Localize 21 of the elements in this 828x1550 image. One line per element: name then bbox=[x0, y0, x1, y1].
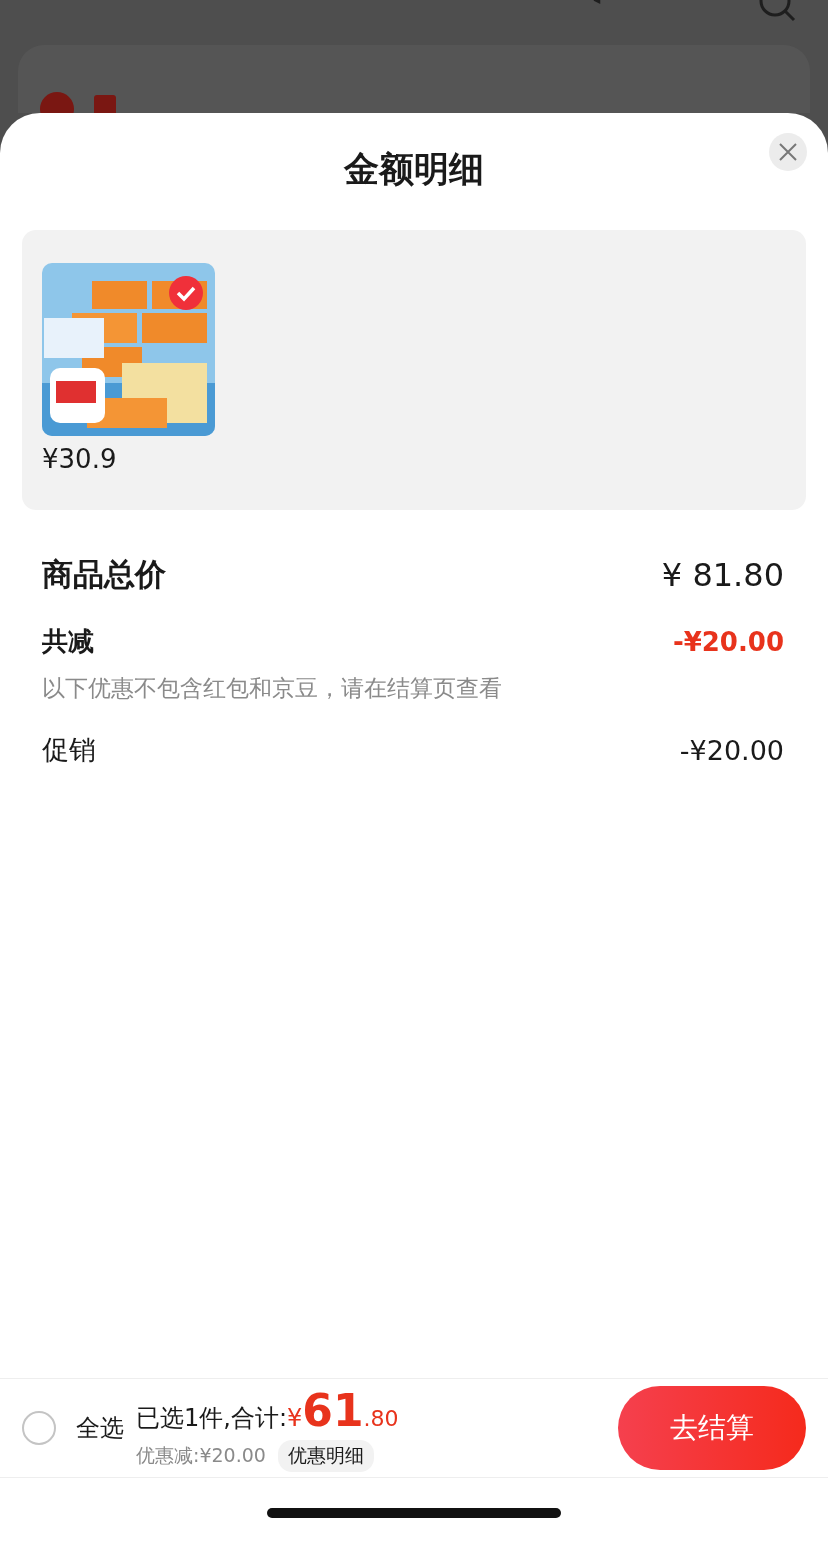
select-all-radio[interactable] bbox=[22, 1411, 56, 1445]
currency-symbol: ¥ bbox=[287, 1403, 303, 1432]
row-value: -¥20.00 bbox=[679, 734, 784, 766]
row-label: 促销 bbox=[42, 733, 96, 767]
row-value: ¥ 81.80 bbox=[661, 556, 784, 594]
close-icon bbox=[778, 142, 798, 162]
select-all-label[interactable]: 全选 bbox=[76, 1412, 124, 1444]
row-label: 商品总价 bbox=[42, 555, 166, 594]
sheet-title: 金额明细 bbox=[344, 148, 484, 191]
close-button[interactable] bbox=[769, 133, 807, 171]
discount-amount: 优惠减:¥20.00 bbox=[136, 1442, 266, 1468]
row-label: 共减 bbox=[42, 625, 94, 658]
discount-detail-button[interactable]: 优惠明细 bbox=[277, 1439, 374, 1472]
total-decimal: .80 bbox=[363, 1405, 399, 1431]
checkout-button[interactable]: 去结算 bbox=[618, 1386, 806, 1470]
selected-summary: 已选1件,合计: bbox=[136, 1402, 287, 1434]
check-icon[interactable] bbox=[169, 276, 203, 310]
total-amount: 61 bbox=[302, 1384, 364, 1436]
product-price: ¥30.9 bbox=[42, 444, 118, 474]
discount-note: 以下优惠不包含红包和京豆，请在结算页查看 bbox=[42, 674, 503, 703]
row-value: -¥20.00 bbox=[672, 626, 784, 657]
